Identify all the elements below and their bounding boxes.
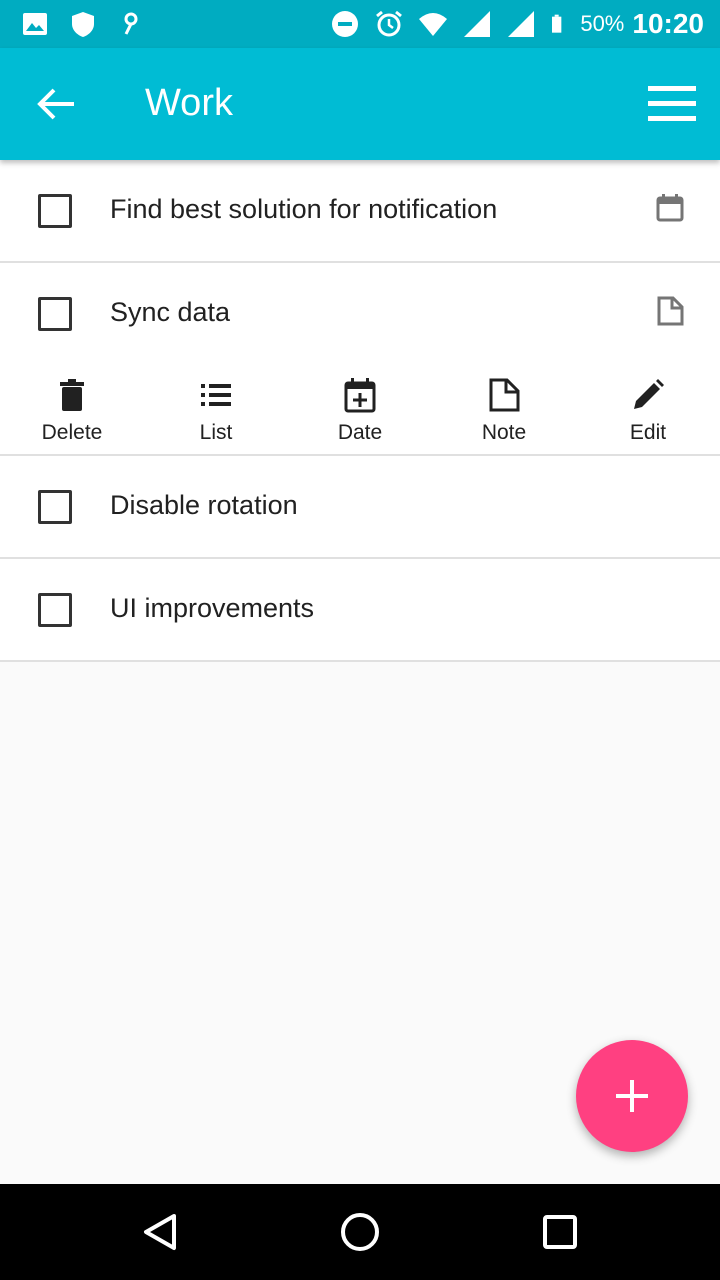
add-task-button[interactable] [576, 1040, 688, 1152]
app-bar: Work [0, 48, 720, 160]
edit-button[interactable]: Edit [588, 377, 708, 445]
task-row[interactable]: Sync data Delete List Date Note Edit [0, 263, 720, 456]
recents-square-icon [543, 1215, 577, 1249]
edit-icon [634, 379, 664, 409]
battery-icon [552, 14, 562, 33]
task-checkbox[interactable] [38, 593, 72, 627]
do-not-disturb-icon [332, 11, 359, 37]
action-label: List [199, 421, 233, 444]
back-button[interactable] [30, 78, 82, 130]
delete-button[interactable]: Delete [12, 377, 132, 445]
note-icon [657, 296, 684, 326]
task-checkbox[interactable] [38, 194, 72, 228]
action-label: Edit [629, 421, 667, 444]
alarm-icon [376, 10, 403, 37]
task-list: Find best solution for notification Sync… [0, 160, 720, 662]
note-icon [489, 378, 520, 412]
action-label: Delete [41, 421, 103, 444]
action-label: Note [481, 421, 527, 444]
task-checkbox[interactable] [38, 297, 72, 331]
battery-percent: 50% [580, 11, 625, 36]
page-title: Work [145, 82, 233, 124]
note-button[interactable]: Note [444, 377, 564, 445]
task-row[interactable]: Disable rotation [0, 456, 720, 559]
date-button[interactable]: Date [300, 377, 420, 445]
status-left-icons [22, 8, 166, 40]
shield-icon [70, 8, 96, 40]
task-checkbox[interactable] [38, 490, 72, 524]
task-label: Sync data [110, 297, 231, 327]
delete-icon [60, 379, 84, 411]
key-icon [118, 8, 144, 40]
nav-recents-button[interactable] [536, 1208, 584, 1256]
date-add-icon [344, 378, 376, 413]
menu-icon [648, 86, 696, 121]
wifi-icon [419, 13, 448, 36]
task-actions: Delete List Date Note Edit [0, 367, 720, 453]
task-label: Disable rotation [110, 490, 298, 520]
list-button[interactable]: List [156, 377, 276, 445]
nav-home-button[interactable] [336, 1208, 384, 1256]
calendar-icon [656, 194, 684, 222]
action-label: Date [337, 421, 383, 444]
back-triangle-icon [144, 1214, 176, 1250]
menu-button[interactable] [646, 82, 698, 126]
task-row[interactable]: UI improvements [0, 559, 720, 662]
task-label: UI improvements [110, 593, 315, 623]
signal-icon [464, 11, 491, 37]
add-icon [616, 1080, 648, 1112]
system-nav-bar [0, 1184, 720, 1280]
signal-icon [508, 11, 535, 37]
clock: 10:20 [632, 8, 704, 39]
status-right-icons: 50% 10:20 [316, 6, 704, 42]
list-icon [201, 384, 231, 406]
nav-back-button[interactable] [136, 1208, 184, 1256]
image-icon [22, 8, 48, 40]
task-row[interactable]: Find best solution for notification [0, 160, 720, 263]
arrow-back-icon [37, 88, 74, 120]
status-bar: 50% 10:20 [0, 0, 720, 48]
home-circle-icon [341, 1213, 379, 1251]
task-label: Find best solution for notification [110, 194, 498, 224]
